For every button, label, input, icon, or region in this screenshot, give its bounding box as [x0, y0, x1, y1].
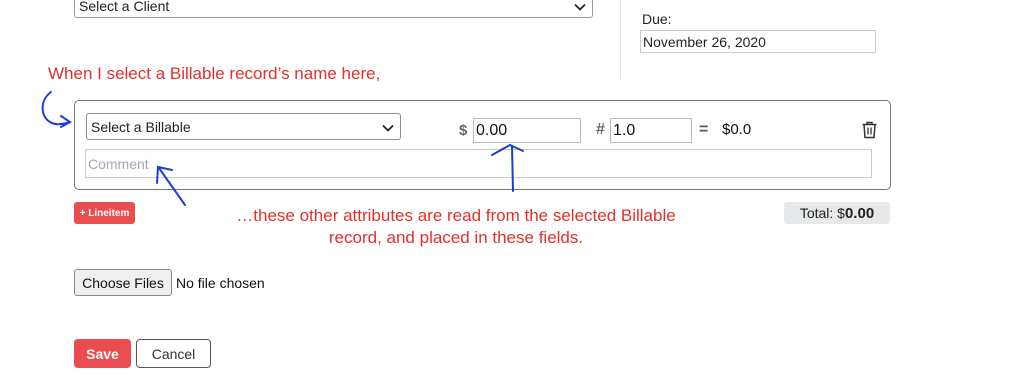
annotation-bottom-line1: …these other attributes are read from th…: [236, 206, 676, 225]
currency-symbol: $: [459, 122, 468, 139]
choose-files-button[interactable]: Choose Files: [74, 269, 172, 296]
annotation-bottom-line2: record, and placed in these fields.: [328, 228, 584, 247]
trash-icon[interactable]: [861, 121, 878, 139]
section-divider: [620, 0, 621, 78]
add-lineitem-button[interactable]: + Lineitem: [74, 202, 135, 224]
line-total: $0.0: [722, 121, 752, 138]
chevron-down-icon: [382, 119, 394, 135]
annotation-top: When I select a Billable record’s name h…: [48, 64, 381, 83]
quantity-symbol: #: [596, 121, 605, 138]
total-label: Total: $: [799, 205, 845, 221]
file-status: No file chosen: [176, 275, 265, 291]
annotation-bottom: …these other attributes are read from th…: [204, 205, 708, 249]
client-select[interactable]: Select a Client: [74, 0, 593, 18]
price-input[interactable]: 0.00: [473, 118, 581, 143]
due-label: Due:: [642, 11, 672, 27]
total-badge: Total: $0.00: [784, 202, 890, 224]
due-date-field[interactable]: November 26, 2020: [640, 30, 876, 53]
billable-select[interactable]: Select a Billable: [86, 113, 401, 140]
comment-field[interactable]: Comment: [85, 149, 872, 178]
client-select-value: Select a Client: [79, 0, 170, 14]
curved-arrow-icon: [41, 91, 72, 128]
total-value: 0.00: [844, 204, 875, 222]
save-button[interactable]: Save: [74, 339, 131, 368]
quantity-input[interactable]: 1.0: [610, 118, 692, 143]
billable-select-value: Select a Billable: [91, 118, 191, 135]
chevron-down-icon: [574, 0, 586, 14]
cancel-button[interactable]: Cancel: [136, 339, 211, 368]
annotation-arrows: [41, 91, 524, 206]
equals-sign: =: [699, 121, 709, 138]
